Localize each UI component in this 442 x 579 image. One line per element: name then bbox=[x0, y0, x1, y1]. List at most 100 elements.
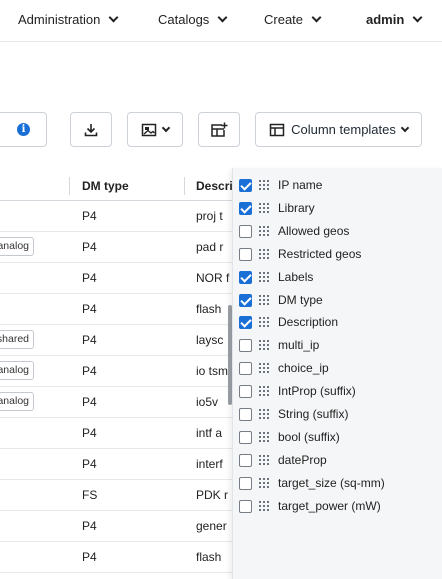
column-checkbox[interactable] bbox=[239, 408, 252, 421]
column-checkbox[interactable] bbox=[239, 247, 252, 261]
column-option[interactable]: bool (suffix) bbox=[233, 426, 442, 449]
chevron-down-icon bbox=[311, 12, 322, 23]
dm-type-cell: P4 bbox=[82, 271, 97, 285]
dm-type-cell: P4 bbox=[82, 302, 97, 316]
drag-handle-icon[interactable] bbox=[259, 225, 271, 236]
column-checkbox[interactable] bbox=[239, 362, 252, 376]
drag-handle-icon[interactable] bbox=[259, 363, 271, 374]
user-name: admin bbox=[366, 12, 405, 27]
column-option[interactable]: Library bbox=[233, 197, 442, 220]
download-button[interactable] bbox=[70, 112, 112, 147]
drag-handle-icon[interactable] bbox=[259, 202, 271, 213]
column-option[interactable]: IP name bbox=[233, 174, 442, 197]
table-row[interactable]: P4 interf bbox=[0, 449, 232, 480]
column-templates-button[interactable]: Column templates bbox=[255, 112, 422, 147]
table-row[interactable]: analog P4 io5v bbox=[0, 387, 232, 418]
column-checkbox[interactable] bbox=[239, 224, 252, 238]
column-checkbox[interactable] bbox=[239, 453, 252, 467]
column-checkbox[interactable] bbox=[239, 316, 252, 330]
column-option-label: Description bbox=[278, 315, 339, 330]
dm-type-cell: P4 bbox=[82, 457, 97, 471]
column-option-label: IP name bbox=[278, 178, 323, 192]
info-icon[interactable]: i bbox=[17, 123, 30, 136]
column-option[interactable]: Allowed geos bbox=[233, 220, 442, 243]
column-checkbox[interactable] bbox=[239, 293, 252, 307]
column-option[interactable]: target_power (mW) bbox=[233, 495, 442, 518]
column-option[interactable]: Restricted geos bbox=[233, 243, 442, 266]
dm-type-cell: P4 bbox=[82, 333, 97, 347]
column-option[interactable]: choice_ip bbox=[233, 357, 442, 380]
column-option[interactable]: dateProp bbox=[233, 449, 442, 472]
chevron-down-icon bbox=[400, 123, 410, 132]
drag-handle-icon[interactable] bbox=[259, 431, 271, 442]
table-row[interactable]: P4 gener bbox=[0, 511, 232, 542]
table-row[interactable]: shared P4 laysc bbox=[0, 325, 232, 356]
table-row[interactable]: FS PDK r bbox=[0, 480, 232, 511]
drag-handle-icon[interactable] bbox=[259, 180, 271, 190]
column-option[interactable]: Labels bbox=[233, 266, 442, 289]
column-option[interactable]: multi_ip bbox=[233, 334, 442, 357]
nav-administration-menu[interactable]: Administration bbox=[18, 12, 119, 27]
column-option-label: multi_ip bbox=[278, 338, 320, 353]
chevron-down-icon bbox=[412, 12, 423, 23]
description-cell: interf bbox=[196, 457, 223, 471]
column-option[interactable]: target_size (sq-mm) bbox=[233, 472, 442, 495]
nav-catalogs-menu[interactable]: Catalogs bbox=[158, 12, 228, 27]
column-checkbox[interactable] bbox=[239, 339, 252, 353]
column-header-dm-type[interactable]: DM type bbox=[82, 179, 129, 193]
table-row[interactable]: analog P4 io tsm bbox=[0, 356, 232, 387]
column-option[interactable]: IntProp (suffix) bbox=[233, 380, 442, 403]
column-checkbox[interactable] bbox=[239, 201, 252, 215]
dm-type-cell: P4 bbox=[82, 519, 97, 533]
drag-handle-icon[interactable] bbox=[259, 317, 271, 328]
column-option[interactable]: String (suffix) bbox=[233, 403, 442, 426]
download-icon bbox=[84, 123, 98, 136]
column-checkbox[interactable] bbox=[239, 385, 252, 399]
column-option-label: Allowed geos bbox=[278, 223, 350, 238]
image-options-button[interactable] bbox=[127, 112, 183, 147]
drag-handle-icon[interactable] bbox=[259, 271, 271, 282]
nav-catalogs-label: Catalogs bbox=[158, 12, 210, 27]
user-menu[interactable]: admin bbox=[366, 12, 423, 27]
table-row[interactable]: P4 flash bbox=[0, 294, 232, 325]
column-checkbox[interactable] bbox=[239, 476, 252, 490]
drag-handle-icon[interactable] bbox=[259, 500, 271, 511]
description-cell: io5v bbox=[196, 395, 219, 409]
column-option[interactable]: DM type bbox=[233, 289, 442, 312]
table-row[interactable]: P4 intf a bbox=[0, 418, 232, 449]
chevron-down-icon bbox=[161, 123, 171, 132]
ip-table: DM type Descri P4 proj t analog P4 pad r P4 NO… bbox=[0, 172, 232, 573]
search-input[interactable]: i bbox=[0, 112, 47, 147]
description-cell: pad r bbox=[196, 240, 224, 254]
column-option[interactable]: Description bbox=[233, 311, 442, 334]
column-checkbox[interactable] bbox=[239, 179, 252, 192]
drag-handle-icon[interactable] bbox=[259, 248, 271, 259]
drag-handle-icon[interactable] bbox=[259, 340, 271, 351]
table-row[interactable]: P4 NOR f bbox=[0, 263, 232, 294]
column-checkbox[interactable] bbox=[239, 430, 252, 444]
dm-type-cell: P4 bbox=[82, 550, 97, 564]
description-cell: gener bbox=[196, 519, 227, 533]
column-checkbox[interactable] bbox=[239, 499, 252, 513]
column-layout-icon bbox=[269, 123, 285, 136]
column-checkbox[interactable] bbox=[239, 270, 252, 284]
dm-type-cell: P4 bbox=[82, 426, 97, 440]
dm-type-cell: P4 bbox=[82, 364, 97, 378]
column-templates-label: Column templates bbox=[291, 122, 396, 137]
drag-handle-icon[interactable] bbox=[259, 409, 271, 419]
add-column-button[interactable] bbox=[198, 112, 240, 147]
drag-handle-icon[interactable] bbox=[259, 386, 271, 397]
drag-handle-icon[interactable] bbox=[259, 294, 271, 305]
nav-administration-label: Administration bbox=[18, 12, 101, 27]
column-divider[interactable] bbox=[184, 177, 185, 195]
column-option-label: Labels bbox=[278, 269, 314, 284]
drag-handle-icon[interactable] bbox=[259, 477, 271, 488]
column-divider[interactable] bbox=[69, 177, 70, 195]
column-header-description[interactable]: Descri bbox=[196, 179, 232, 193]
table-row[interactable]: P4 proj t bbox=[0, 201, 232, 232]
drag-handle-icon[interactable] bbox=[259, 454, 271, 465]
table-row[interactable]: P4 flash bbox=[0, 542, 232, 573]
nav-create-menu[interactable]: Create bbox=[264, 12, 322, 27]
table-row[interactable]: analog P4 pad r bbox=[0, 232, 232, 263]
table-header: DM type Descri bbox=[0, 172, 232, 201]
